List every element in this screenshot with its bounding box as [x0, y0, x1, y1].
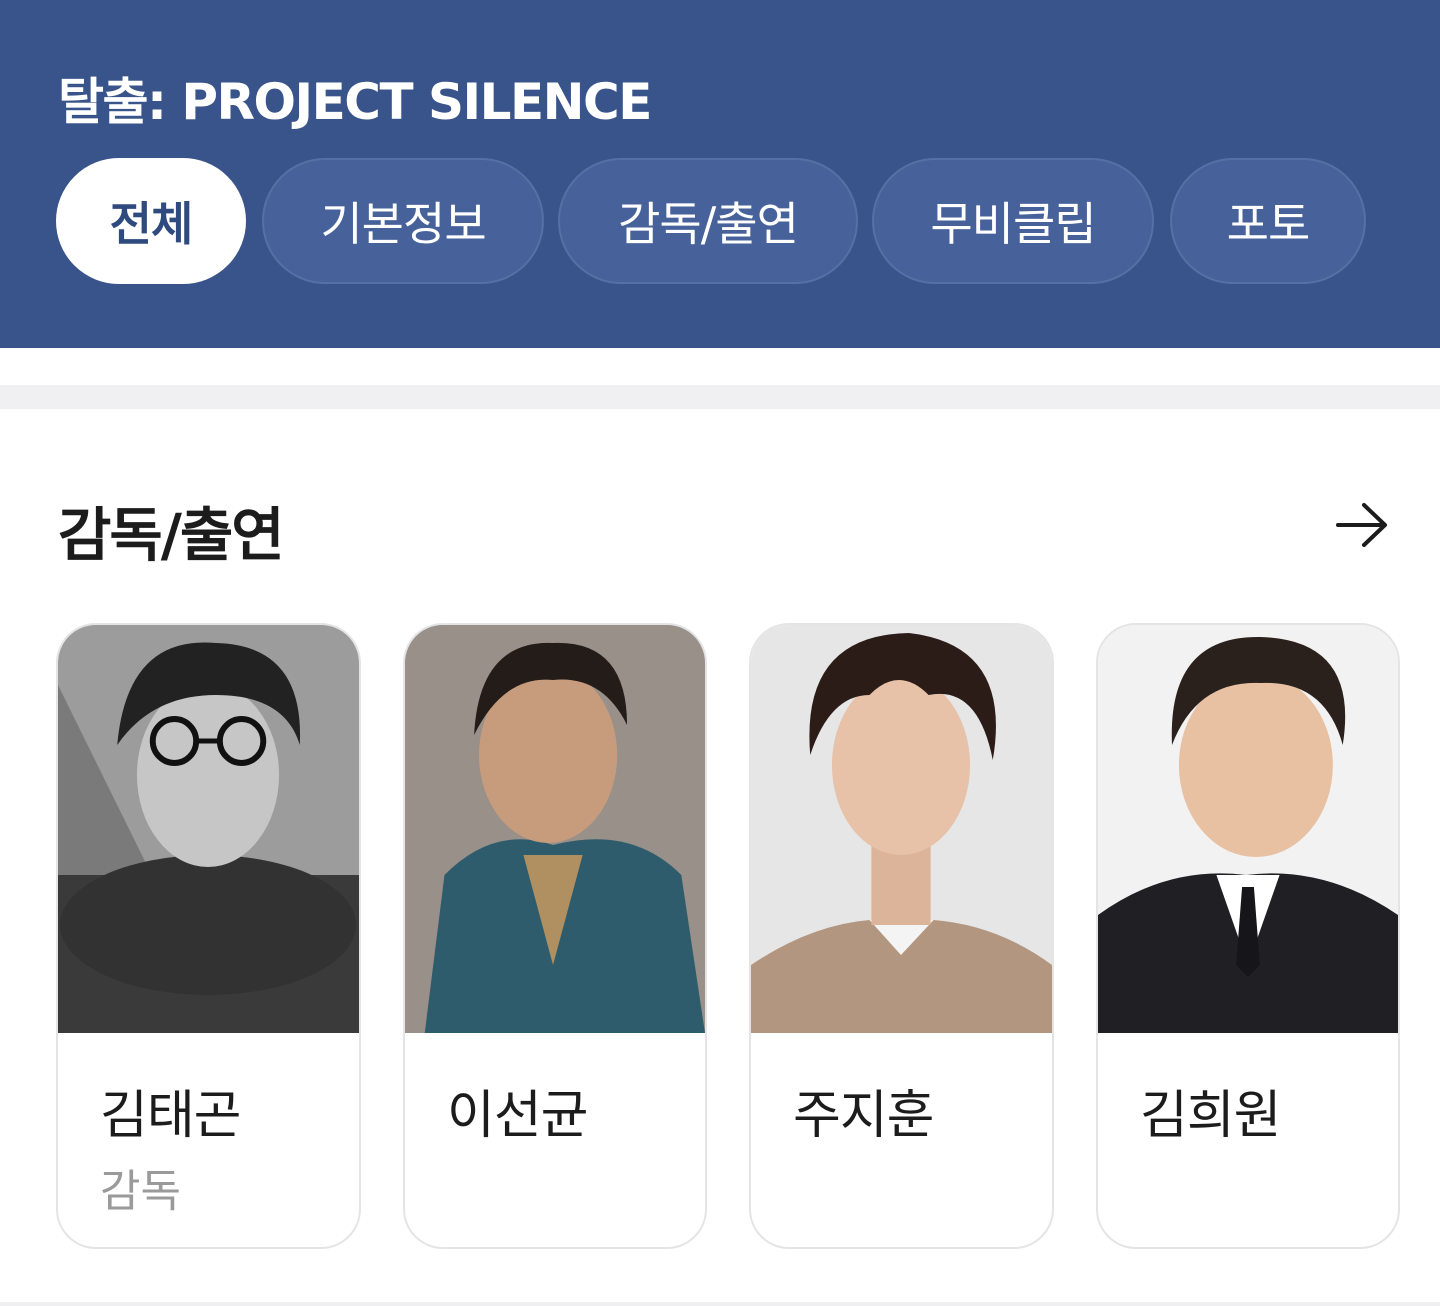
person-name: 김태곤: [100, 1086, 242, 1146]
person-photo: [1098, 625, 1398, 1033]
person-name: 김희원: [1140, 1086, 1282, 1146]
bottom-divider: [0, 1302, 1440, 1306]
movie-title: 탈출: PROJECT SILENCE: [58, 73, 652, 131]
tab-all[interactable]: 전체: [56, 158, 246, 284]
tab-photos[interactable]: 포토: [1170, 158, 1366, 284]
tab-basic-info[interactable]: 기본정보: [262, 158, 544, 284]
person-name: 주지훈: [793, 1086, 935, 1146]
section-divider: [0, 385, 1440, 409]
person-name: 이선균: [447, 1086, 589, 1146]
tab-bar: 전체 기본정보 감독/출연 무비클립 포토: [0, 158, 1440, 284]
person-photo: [751, 625, 1052, 1033]
movie-header: 탈출: PROJECT SILENCE 전체 기본정보 감독/출연 무비클립 포…: [0, 0, 1440, 348]
arrow-right-icon[interactable]: [1334, 500, 1390, 550]
section-title: 감독/출연: [58, 501, 285, 569]
cast-card[interactable]: 김태곤 감독: [56, 623, 361, 1249]
person-photo: [405, 625, 705, 1033]
cast-card[interactable]: 김희원: [1096, 623, 1400, 1249]
tab-movie-clips[interactable]: 무비클립: [872, 158, 1154, 284]
person-photo: [58, 625, 359, 1033]
cast-card[interactable]: 주지훈: [749, 623, 1054, 1249]
tab-cast[interactable]: 감독/출연: [558, 158, 858, 284]
cast-card[interactable]: 이선균: [403, 623, 707, 1249]
person-role: 감독: [100, 1166, 181, 1217]
